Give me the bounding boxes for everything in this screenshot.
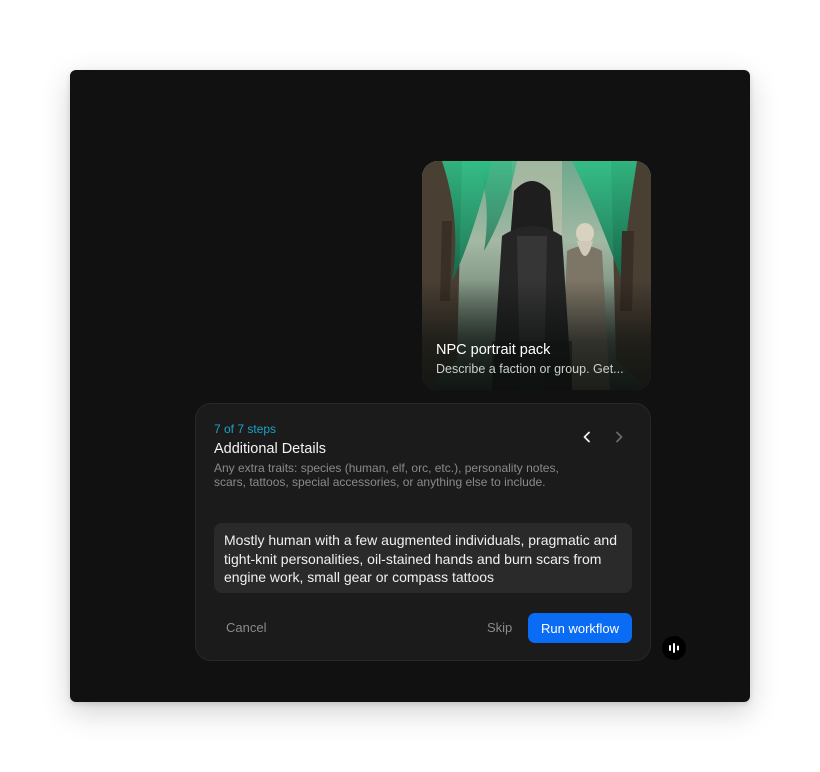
cancel-button[interactable]: Cancel [226, 620, 266, 635]
chevron-right-icon [616, 431, 623, 443]
details-textarea[interactable]: Mostly human with a few augmented indivi… [214, 523, 632, 593]
step-counter: 7 of 7 steps [214, 422, 277, 436]
step-description: Any extra traits: species (human, elf, o… [214, 461, 559, 489]
chevron-left-icon [583, 431, 590, 443]
audio-assistant-button[interactable] [662, 636, 686, 660]
workflow-card[interactable]: NPC portrait pack Describe a faction or … [422, 161, 651, 390]
audio-bars-icon [669, 643, 679, 653]
app-window: NPC portrait pack Describe a faction or … [70, 70, 750, 702]
previous-step-button[interactable] [576, 426, 598, 448]
run-workflow-button[interactable]: Run workflow [528, 613, 632, 643]
wizard-panel: 7 of 7 steps Additional Details Any extr… [195, 403, 651, 661]
step-title: Additional Details [214, 441, 327, 457]
next-step-button[interactable] [608, 426, 630, 448]
skip-button[interactable]: Skip [487, 620, 512, 635]
card-title: NPC portrait pack [436, 342, 551, 358]
card-description: Describe a faction or group. Get... [436, 362, 624, 376]
